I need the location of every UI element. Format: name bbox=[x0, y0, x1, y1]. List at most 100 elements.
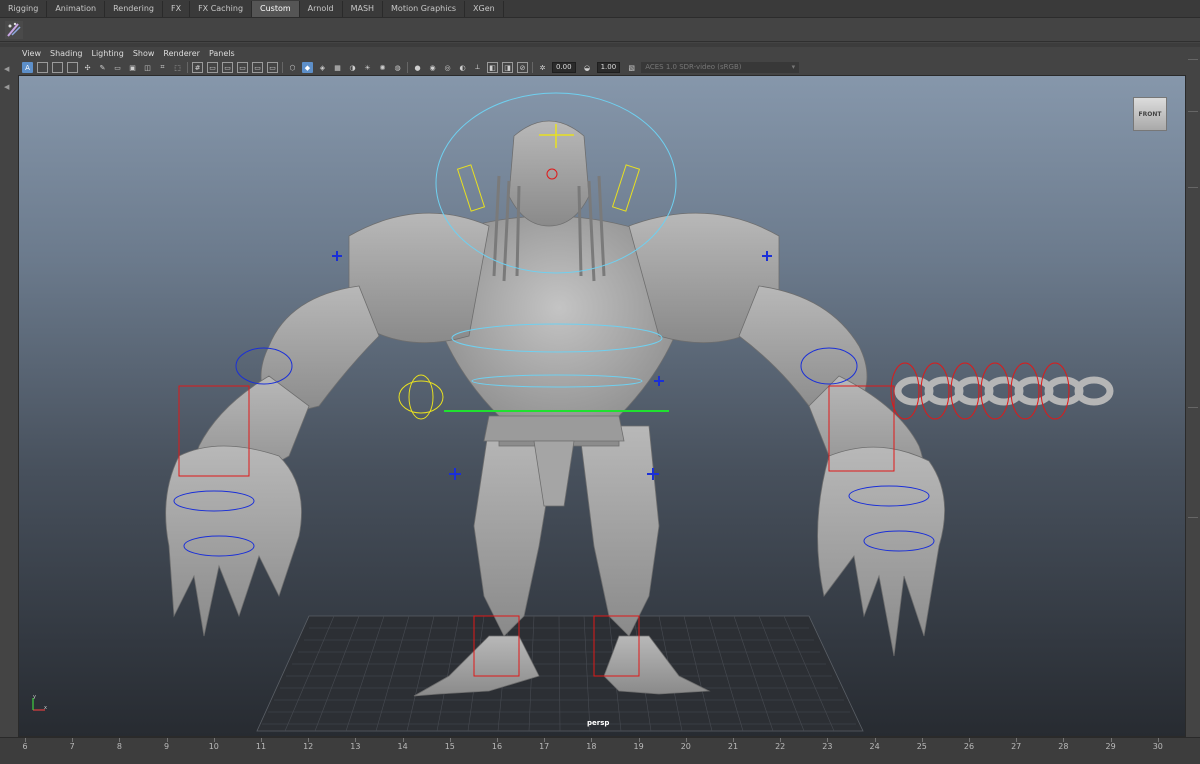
film-gate-icon[interactable]: ▭ bbox=[112, 62, 123, 73]
color-space-dropdown[interactable]: ACES 1.0 SDR-video (sRGB) ▾ bbox=[641, 62, 800, 73]
toolbar-separator bbox=[407, 62, 408, 73]
chain-mesh[interactable] bbox=[894, 376, 1114, 406]
shelf-tab-fx-caching[interactable]: FX Caching bbox=[190, 1, 253, 17]
menu-lighting[interactable]: Lighting bbox=[91, 47, 123, 60]
separator-line bbox=[1188, 517, 1198, 518]
frame-number: 25 bbox=[916, 742, 927, 751]
frame-number: 9 bbox=[164, 742, 170, 751]
frame-number: 13 bbox=[350, 742, 361, 751]
cog-control-2[interactable] bbox=[408, 374, 434, 420]
mask-toggle-icon[interactable]: ▭ bbox=[237, 62, 248, 73]
toolbar-separator bbox=[532, 62, 533, 73]
gamma-field[interactable]: 1.00 bbox=[596, 62, 621, 73]
frame-number: 28 bbox=[1058, 742, 1069, 751]
image-plane-icon[interactable] bbox=[67, 62, 78, 73]
frame-number: 24 bbox=[869, 742, 880, 751]
rig-tool-icon[interactable] bbox=[4, 20, 24, 40]
frame-number: 8 bbox=[116, 742, 122, 751]
cog-control[interactable] bbox=[398, 380, 444, 414]
panel-toolbar: A ✣ ✎ ▭ ▣ ◫ ⌗ ⬚ # ▭ ▭ ▭ ▭ ▭ ⬡ ◆ ◈ ▦ ◑ ☀ … bbox=[18, 60, 1186, 75]
collapse-left-icon-2[interactable]: ◀ bbox=[4, 83, 12, 91]
frame-number: 23 bbox=[822, 742, 833, 751]
toolbar-separator bbox=[282, 62, 283, 73]
time-slider[interactable]: 6 7 8 9 10 11 12 13 14 15 16 17 18 19 20 21 22 23 24 25 26 27… bbox=[0, 737, 1200, 764]
select-camera-icon[interactable]: A bbox=[22, 62, 33, 73]
menu-show[interactable]: Show bbox=[133, 47, 155, 60]
frame-number: 7 bbox=[69, 742, 75, 751]
frame-number: 6 bbox=[22, 742, 28, 751]
xray-active-icon[interactable]: ◧ bbox=[487, 62, 498, 73]
field-chart-icon[interactable]: ⌗ bbox=[157, 62, 168, 73]
frame-number: 11 bbox=[255, 742, 267, 751]
shelf-tab-arnold[interactable]: Arnold bbox=[300, 1, 343, 17]
shelf-tab-rigging[interactable]: Rigging bbox=[0, 1, 48, 17]
camera-label: persp bbox=[587, 719, 610, 727]
chevron-down-icon: ▾ bbox=[791, 63, 796, 71]
xray-joints-icon[interactable]: ⟂ bbox=[472, 62, 483, 73]
frame-number: 10 bbox=[208, 742, 219, 751]
shelf-tab-rendering[interactable]: Rendering bbox=[105, 1, 163, 17]
menu-panels[interactable]: Panels bbox=[209, 47, 235, 60]
resolution-toggle-icon[interactable]: ▭ bbox=[222, 62, 233, 73]
axis-x-label: x bbox=[44, 705, 47, 711]
perspective-viewport[interactable]: FRONT persp y x bbox=[18, 75, 1186, 737]
wireframe-on-shaded-icon[interactable]: ◈ bbox=[317, 62, 328, 73]
safe-action-icon[interactable]: ⬚ bbox=[172, 62, 183, 73]
textured-icon[interactable]: ▦ bbox=[332, 62, 343, 73]
menu-shading[interactable]: Shading bbox=[50, 47, 83, 60]
screen-space-ao-icon[interactable]: ✺ bbox=[377, 62, 388, 73]
frame-number: 26 bbox=[963, 742, 975, 751]
menu-view[interactable]: View bbox=[22, 47, 41, 60]
grease-pencil-icon[interactable]: ✎ bbox=[97, 62, 108, 73]
anti-aliasing-icon[interactable]: ● bbox=[412, 62, 423, 73]
shelf-tab-mash[interactable]: MASH bbox=[343, 1, 384, 17]
wireframe-icon[interactable]: ⬡ bbox=[287, 62, 298, 73]
exposure-adjust-icon[interactable]: ✲ bbox=[537, 62, 548, 73]
axis-y-label: y bbox=[33, 694, 36, 700]
axis-gizmo-icon: y x bbox=[32, 694, 47, 711]
toolbar-separator bbox=[187, 62, 188, 73]
gate-mask-icon[interactable]: ◫ bbox=[142, 62, 153, 73]
frame-number: 21 bbox=[727, 742, 739, 751]
creature-mesh[interactable] bbox=[165, 120, 945, 697]
two-d-pan-icon[interactable]: ✣ bbox=[82, 62, 93, 73]
xray-icon[interactable]: ◐ bbox=[457, 62, 468, 73]
frame-number: 15 bbox=[444, 742, 455, 751]
grid-icon[interactable]: # bbox=[192, 62, 203, 73]
gamma-icon[interactable]: ◒ bbox=[582, 62, 593, 73]
isolate-select-icon[interactable]: ◎ bbox=[442, 62, 453, 73]
scene-view[interactable] bbox=[19, 76, 1186, 737]
separator-line bbox=[1188, 407, 1198, 408]
smooth-shade-icon[interactable]: ◆ bbox=[302, 62, 313, 73]
frame-number: 12 bbox=[303, 742, 314, 751]
view-cube[interactable]: FRONT bbox=[1133, 97, 1167, 131]
shadows-icon[interactable]: ☀ bbox=[362, 62, 373, 73]
separator-line bbox=[1188, 187, 1198, 188]
panel-menu-bar: View Shading Lighting Show Renderer Panels bbox=[18, 47, 1186, 60]
motion-blur-icon[interactable]: ◍ bbox=[392, 62, 403, 73]
exposure-icon[interactable]: ⊘ bbox=[517, 62, 528, 73]
shelf-tab-custom[interactable]: Custom bbox=[252, 1, 300, 17]
use-all-lights-icon[interactable]: ◑ bbox=[347, 62, 358, 73]
shelf-tab-xgen[interactable]: XGen bbox=[465, 1, 504, 17]
film-gate-toggle-icon[interactable]: ▭ bbox=[207, 62, 218, 73]
view-cube-label: FRONT bbox=[1138, 110, 1162, 118]
collapse-left-icon[interactable]: ◀ bbox=[4, 65, 12, 73]
backface-icon[interactable]: ◨ bbox=[502, 62, 513, 73]
shelf-tab-animation[interactable]: Animation bbox=[47, 1, 106, 17]
frame-number: 22 bbox=[775, 742, 786, 751]
menu-renderer[interactable]: Renderer bbox=[163, 47, 200, 60]
frame-number: 16 bbox=[491, 742, 503, 751]
field-toggle-icon[interactable]: ▭ bbox=[252, 62, 263, 73]
color-management-icon[interactable]: ▧ bbox=[626, 62, 637, 73]
depth-of-field-icon[interactable]: ◉ bbox=[427, 62, 438, 73]
color-space-label: ACES 1.0 SDR-video (sRGB) bbox=[645, 63, 742, 71]
safe-title-icon[interactable]: ▭ bbox=[267, 62, 278, 73]
exposure-field[interactable]: 0.00 bbox=[552, 62, 576, 73]
camera-attributes-icon[interactable] bbox=[37, 62, 48, 73]
frame-number: 20 bbox=[680, 742, 691, 751]
bookmark-icon[interactable] bbox=[52, 62, 63, 73]
shelf-tab-motion-graphics[interactable]: Motion Graphics bbox=[383, 1, 466, 17]
resolution-gate-icon[interactable]: ▣ bbox=[127, 62, 138, 73]
shelf-tab-fx[interactable]: FX bbox=[163, 1, 191, 17]
